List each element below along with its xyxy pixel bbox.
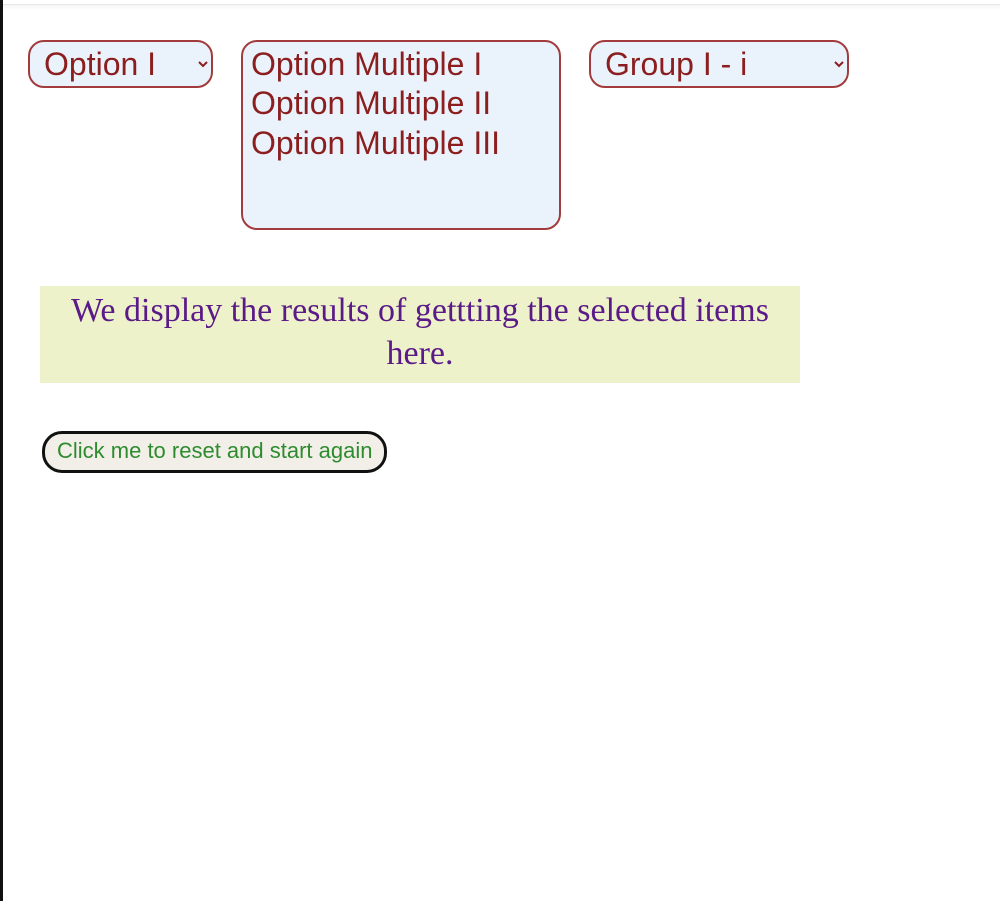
result-box: We display the results of gettting the s… — [40, 286, 800, 383]
top-separator — [0, 4, 1000, 9]
multiple-select-option[interactable]: Option Multiple I — [249, 46, 553, 85]
single-select[interactable]: Option I — [28, 40, 213, 88]
page-stage: Option I Option Multiple I Option Multip… — [0, 10, 1000, 901]
grouped-select[interactable]: Group I - i — [589, 40, 849, 88]
reset-button[interactable]: Click me to reset and start again — [42, 431, 387, 473]
selects-row: Option I Option Multiple I Option Multip… — [28, 40, 1000, 230]
multiple-select[interactable]: Option Multiple I Option Multiple II Opt… — [241, 40, 561, 230]
multiple-select-option[interactable]: Option Multiple II — [249, 85, 553, 124]
multiple-select-option[interactable]: Option Multiple III — [249, 125, 553, 164]
result-text: We display the results of gettting the s… — [48, 290, 792, 375]
